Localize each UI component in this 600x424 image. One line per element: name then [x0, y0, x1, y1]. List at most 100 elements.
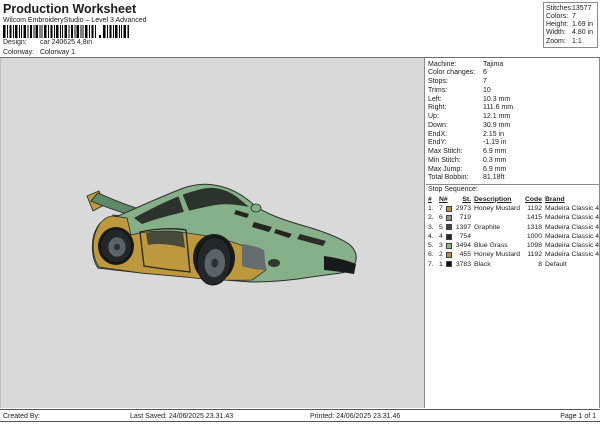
- stop-description: Black: [474, 260, 491, 268]
- stop-needle: 6: [439, 214, 443, 222]
- stop-needle: 1: [439, 260, 443, 268]
- design-preview-canvas: [0, 58, 425, 408]
- machine-info-row: Up: 12.1 mm: [428, 113, 598, 122]
- page-title: Production Worksheet: [3, 2, 137, 16]
- stop-idx: 7.: [428, 260, 434, 268]
- stop-sequence-row: 4. 4 754 1000 Madeira Classic 40: [428, 232, 599, 241]
- production-worksheet-page: Production Worksheet Wilcom EmbroiderySt…: [0, 0, 600, 424]
- design-row: Design: car 240625 4,8in: [3, 39, 92, 46]
- stop-needle: 4: [439, 232, 443, 240]
- stop-code: 1000: [526, 232, 542, 240]
- machine-info-label: Down:: [428, 121, 448, 129]
- stop-idx: 3.: [428, 223, 434, 231]
- summary-label: Zoom:: [546, 37, 566, 45]
- machine-info-value: 6.9 mm: [483, 165, 507, 173]
- page-number: Page 1 of 1: [560, 412, 596, 420]
- stop-code: 8: [538, 260, 542, 268]
- stop-sequence-row: 7. 1 3783 Black 8 Default: [428, 260, 599, 269]
- col-header-idx: #: [428, 195, 432, 203]
- stop-sequence-row: 2. 6 719 1415 Madeira Classic 40: [428, 213, 599, 222]
- stop-stitches: 1397: [455, 223, 471, 231]
- thread-color-swatch: [446, 242, 452, 249]
- machine-info-row: Min Stitch: 0.3 mm: [428, 157, 598, 166]
- stop-code: 1415: [526, 214, 542, 222]
- stop-needle: 7: [439, 205, 443, 212]
- machine-info-row: Down: 30.9 mm: [428, 122, 598, 131]
- colorway-label: Colorway:: [3, 48, 35, 56]
- machine-info-value: 12.1 mm: [483, 113, 511, 120]
- stop-needle: 5: [439, 223, 443, 231]
- thread-color-swatch: [446, 233, 452, 240]
- machine-info-value: 10: [483, 86, 491, 94]
- stop-code: 1098: [526, 242, 542, 250]
- colorway-value: Colorway 1: [39, 48, 75, 56]
- machine-info-row: Machine: Tajima: [428, 61, 598, 70]
- machine-info-value: 81.18ft: [483, 174, 505, 182]
- last-saved: Last Saved: 24/06/2025 23.31.43: [130, 412, 234, 420]
- machine-info-value: 30.9 mm: [483, 121, 511, 129]
- machine-info-row: Right: 111.6 mm: [428, 104, 598, 113]
- printed-timestamp: Printed: 24/06/2025 23.31.46: [310, 412, 401, 420]
- machine-info-value: 111.6 mm: [483, 104, 514, 112]
- summary-label: Height:: [546, 21, 569, 29]
- machine-info-label: Color changes:: [428, 69, 476, 77]
- stop-idx: 4.: [428, 232, 434, 240]
- stop-needle: 2: [439, 251, 443, 259]
- summary-value: 1:1: [572, 37, 582, 45]
- col-header-code: Code: [525, 195, 542, 203]
- thread-color-swatch: [446, 224, 452, 231]
- stop-brand: Madeira Classic 40: [545, 205, 599, 212]
- design-summary-box: Stitches: 13577 Colors: 7 Height: 1.69 in W…: [543, 2, 598, 48]
- machine-info-row: Stops: 7: [428, 78, 598, 87]
- summary-row: Stitches: 13577: [546, 5, 597, 13]
- machine-info-value: 10.3 mm: [483, 95, 511, 103]
- summary-value: 7: [572, 13, 576, 21]
- stop-description: Honey Mustard: [474, 205, 520, 212]
- stop-brand: Madeira Classic 40: [545, 251, 599, 259]
- stop-code: 1192: [527, 205, 542, 212]
- col-header-needle: N#: [439, 195, 448, 203]
- summary-row: Width: 4.80 in: [546, 29, 597, 37]
- machine-info-row: Max Jump: 6.9 mm: [428, 166, 598, 175]
- stop-description: Graphite: [474, 223, 501, 231]
- machine-info-value: 6.9 mm: [483, 148, 507, 155]
- machine-info-label: Up:: [428, 113, 439, 120]
- machine-info-row: Color changes: 6: [428, 69, 598, 78]
- stop-idx: 2.: [428, 214, 434, 222]
- machine-info-label: Max Jump:: [428, 165, 463, 173]
- machine-info-label: Total Bobbin:: [428, 174, 469, 182]
- machine-info-label: EndX:: [428, 130, 448, 138]
- stop-idx: 6.: [428, 251, 434, 259]
- stop-sequence-title: Stop Sequence:: [428, 186, 478, 193]
- machine-info-label: Left:: [428, 95, 442, 103]
- fog-light: [268, 259, 280, 267]
- side-mirror: [250, 203, 262, 213]
- summary-label: Width:: [546, 29, 566, 37]
- car-embroidery-design: [86, 183, 357, 286]
- design-info-panel: Machine: Tajima Color changes: 6 Stops: 7 T…: [426, 58, 600, 408]
- machine-info-value: 7: [483, 78, 487, 85]
- machine-info-row: EndX: 2.15 in: [428, 131, 598, 140]
- machine-info-label: Right:: [428, 104, 447, 112]
- stop-sequence-header: # N# St. Description Code Brand: [428, 195, 599, 204]
- stop-brand: Madeira Classic 40: [545, 232, 599, 240]
- machine-info-value: Tajima: [483, 60, 504, 68]
- stop-description: Honey Mustard: [474, 251, 520, 259]
- machine-info-value: 0.3 mm: [483, 156, 507, 164]
- summary-label: Colors:: [546, 13, 569, 21]
- summary-label: Stitches:: [546, 5, 573, 12]
- machine-info-row: Trims: 10: [428, 87, 598, 96]
- stop-sequence-row: 1. 7 2973 Honey Mustard 1192 Madeira Classic …: [428, 204, 599, 213]
- thread-color-swatch: [446, 205, 452, 212]
- rear-wheel-icon: [100, 228, 132, 264]
- summary-row: Height: 1.69 in: [546, 21, 597, 29]
- stop-stitches: 3783: [455, 260, 471, 268]
- machine-info-label: EndY:: [428, 139, 447, 147]
- stop-sequence-row: 3. 5 1397 Graphite 1318 Madeira Classic 40: [428, 223, 599, 232]
- stop-brand: Default: [545, 260, 567, 268]
- stop-code: 1192: [527, 251, 542, 259]
- stop-stitches: 719: [459, 214, 471, 222]
- stop-brand: Madeira Classic 40: [545, 242, 599, 250]
- stop-description: Blue Grass: [474, 242, 508, 250]
- page-footer: Created By: Last Saved: 24/06/2025 23.31…: [0, 409, 600, 422]
